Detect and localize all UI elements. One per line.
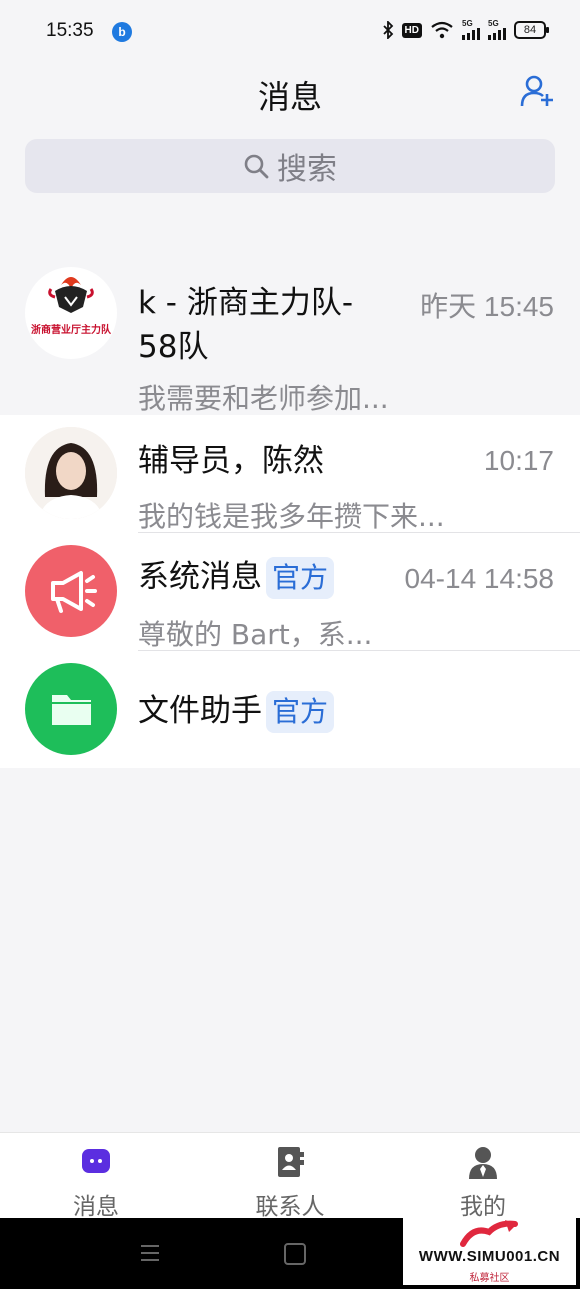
app-notification-icon: b <box>112 22 132 42</box>
avatar-caption: 浙商营业厅主力队 <box>31 325 111 336</box>
home-button-icon[interactable] <box>284 1243 306 1265</box>
chat-time: 昨天 15:45 <box>420 291 554 322</box>
person-icon <box>469 1147 497 1179</box>
chat-preview: 我的钱是我多年攒下来... <box>138 500 445 533</box>
signal-2-icon: 5G <box>488 20 506 40</box>
bottom-nav: 消息 联系人 我的 <box>0 1132 580 1221</box>
chat-avatar <box>25 427 117 519</box>
tab-label: 我的 <box>460 1194 506 1220</box>
chat-avatar <box>25 545 117 637</box>
recent-apps-icon[interactable] <box>140 1244 160 1262</box>
hd-voice-icon: HD <box>401 22 422 38</box>
official-badge: 官方 <box>266 691 335 733</box>
folder-icon <box>52 695 91 725</box>
chat-preview: 尊敬的 Bart，系... <box>138 618 373 651</box>
chat-name-line1: k - 浙商主力队- <box>138 285 354 321</box>
chat-item[interactable]: 系统消息 官方 04-14 14:58 尊敬的 Bart，系... <box>0 533 580 651</box>
bull-logo-icon <box>48 277 94 313</box>
megaphone-icon <box>51 571 97 613</box>
tab-contacts[interactable]: 联系人 <box>220 1145 360 1221</box>
page-title: 消息 <box>257 78 322 116</box>
chat-avatar: 浙商营业厅主力队 <box>25 267 117 359</box>
tab-messages[interactable]: 消息 <box>26 1145 166 1221</box>
chat-time: 10:17 <box>483 445 554 476</box>
status-indicators: HD 5G 5G 84 <box>382 20 549 40</box>
chat-name: 文件助手 官方 <box>138 689 335 733</box>
chat-name-text: 文件助手 <box>138 693 262 729</box>
chat-name-text: 系统消息 <box>138 559 262 595</box>
tab-profile[interactable]: 我的 <box>413 1145 553 1221</box>
bluetooth-icon <box>382 21 393 39</box>
add-contact-icon[interactable] <box>520 74 554 108</box>
chat-list: 辅导员，陈然 10:17 我的钱是我多年攒下来... 系统消息 官方 04-14 … <box>0 415 580 768</box>
chat-preview: 我需要和老师参加... <box>138 382 389 415</box>
signal-1-icon: 5G <box>462 20 480 40</box>
watermark: WWW.SIMU001.CN 私募社区 <box>403 1218 576 1285</box>
search-input[interactable]: 搜索 <box>25 139 555 193</box>
status-time: 15:35 <box>46 20 94 41</box>
chat-item[interactable]: 浙商营业厅主力队 k - 浙商主力队- 58队 昨天 15:45 我需要和老师参… <box>0 255 580 415</box>
watermark-sub: 私募社区 <box>469 1273 510 1284</box>
wifi-icon <box>431 21 453 39</box>
chat-name-line2: 58队 <box>138 329 209 365</box>
search-icon <box>244 154 269 179</box>
contacts-book-icon <box>278 1147 304 1177</box>
watermark-text: WWW.SIMU001.CN <box>418 1248 561 1265</box>
watermark-logo-icon <box>460 1220 518 1247</box>
chat-avatar <box>25 663 117 755</box>
official-badge: 官方 <box>266 557 335 599</box>
chat-time: 04-14 14:58 <box>404 563 554 594</box>
tab-label: 消息 <box>73 1194 119 1220</box>
chat-bubble-icon <box>82 1149 110 1173</box>
chat-name: 系统消息 官方 <box>138 555 335 599</box>
chat-item[interactable]: 辅导员，陈然 10:17 我的钱是我多年攒下来... <box>0 415 580 533</box>
person-photo-icon <box>25 427 117 519</box>
status-bar: 15:35 b HD 5G 5G 84 <box>0 0 580 64</box>
chat-item[interactable]: 文件助手 官方 <box>0 651 580 768</box>
search-placeholder: 搜索 <box>277 152 337 187</box>
battery-icon: 84 <box>514 21 549 39</box>
tab-label: 联系人 <box>255 1194 325 1220</box>
chat-name: k - 浙商主力队- 58队 <box>138 281 353 369</box>
chat-name: 辅导员，陈然 <box>138 443 324 479</box>
